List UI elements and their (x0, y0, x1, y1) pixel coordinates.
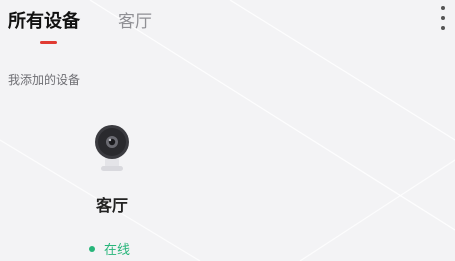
device-card-living-room[interactable]: 客厅 在线 (62, 112, 162, 261)
status-label: 在线 (104, 243, 131, 258)
active-tab-indicator (40, 41, 57, 44)
header: 所有设备 客厅 (0, 0, 455, 50)
tab-living-room[interactable]: 客厅 (118, 7, 152, 32)
online-status-dot-icon (89, 245, 95, 252)
device-status: 在线 (89, 239, 130, 258)
more-vertical-icon[interactable] (436, 6, 450, 30)
section-title: 我添加的设备 (8, 73, 81, 87)
camera-icon (95, 125, 129, 171)
device-name: 客厅 (95, 196, 128, 215)
tab-all-devices[interactable]: 所有设备 (8, 7, 80, 33)
